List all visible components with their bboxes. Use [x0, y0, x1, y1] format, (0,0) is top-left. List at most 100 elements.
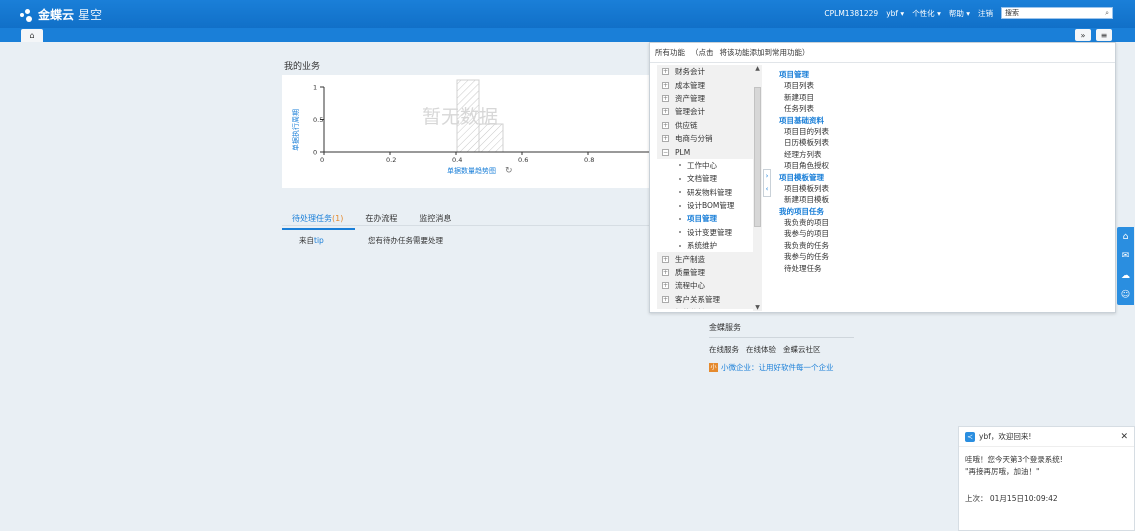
service-link[interactable]: 金蝶云社区	[783, 344, 821, 355]
help-menu[interactable]: 帮助 ▾	[949, 8, 970, 19]
x-ticks: 0 0.2 0.4 0.6 0.8	[320, 152, 594, 164]
expand-icon[interactable]: +	[662, 282, 669, 290]
menu-group[interactable]: +经营分析	[657, 306, 753, 309]
x-axis-label: 单据数量趋势图	[447, 166, 496, 175]
search-icon[interactable]: ⌕	[1105, 9, 1112, 18]
submenu-item[interactable]: 我负责的项目	[779, 217, 829, 228]
home-icon: ⌂	[29, 31, 35, 40]
personalize-menu[interactable]: 个性化 ▾	[912, 8, 941, 19]
search-input[interactable]: 搜索 ⌕	[1001, 7, 1113, 19]
menu-label: 系统维护	[687, 241, 717, 251]
menu-group[interactable]: + 管理会计	[657, 105, 753, 119]
service-panel: 金蝶服务 在线服务 在线体验 金蝶云社区 小 小微企业：让用好软件每一个企业	[709, 322, 854, 373]
menu-group[interactable]: + 财务会计	[657, 65, 753, 79]
menu-item[interactable]: 设计变更管理	[657, 225, 753, 240]
menu-label: PLM	[675, 147, 691, 157]
submenu-item[interactable]: 待处理任务	[779, 263, 829, 274]
tab-monitor-messages[interactable]: 监控消息	[409, 211, 463, 230]
home-tab[interactable]: ⌂	[21, 29, 43, 42]
home-tool-icon[interactable]: ⌂	[1123, 232, 1129, 242]
y-tick-label: 0	[313, 149, 317, 157]
bullet-icon	[679, 231, 681, 234]
scrollbar-thumb[interactable]	[754, 87, 761, 227]
submenu-group: 项目管理	[779, 70, 809, 79]
expand-icon[interactable]: +	[662, 81, 669, 89]
menu-item[interactable]: 文档管理	[657, 172, 753, 186]
user-menu[interactable]: ybf ▾	[886, 9, 904, 18]
menu-item[interactable]: 设计BOM管理	[657, 198, 753, 213]
submenu-item[interactable]: 项目角色授权	[779, 160, 829, 171]
cloud-tool-icon[interactable]: ☁	[1121, 271, 1130, 281]
logout-link[interactable]: 注销	[978, 8, 993, 19]
y-ticks: 00.51	[313, 84, 324, 157]
menu-item[interactable]: 工作中心	[657, 158, 753, 173]
search-placeholder: 搜索	[1005, 9, 1019, 17]
submenu-item[interactable]: 我参与的项目	[779, 228, 829, 239]
expand-all-button[interactable]: »	[1075, 29, 1091, 41]
task-source-link[interactable]: tip	[314, 236, 324, 245]
service-link[interactable]: 在线服务	[709, 344, 739, 355]
submenu-item[interactable]: 项目模板列表	[779, 183, 829, 194]
menu-label: 生产制造	[675, 254, 705, 264]
submenu-item[interactable]: 日历模板列表	[779, 137, 829, 148]
message-tool-icon[interactable]: ✉	[1122, 251, 1130, 261]
expand-icon[interactable]: +	[662, 135, 669, 143]
notify-line-1: 哇哦！您今天第3个登录系统!	[965, 455, 1063, 464]
collapse-icon[interactable]: −	[662, 148, 669, 156]
chart-panel: 0 0.5 1 0 0.2 0.4 0.6 0.8 暂无数据 单据执行周期 单据数量趋势图 …	[282, 75, 662, 188]
close-icon[interactable]: ✕	[1120, 432, 1128, 442]
bullet-icon	[679, 217, 681, 220]
task-message[interactable]: 您有待办任务需要处理	[368, 235, 443, 246]
last-login: 上次： 01月15日10:09:42	[965, 494, 1058, 503]
expand-icon[interactable]: +	[662, 269, 669, 277]
brand-name: 金蝶云	[38, 8, 75, 22]
menu-group[interactable]: + 供应链	[657, 118, 753, 132]
refresh-icon[interactable]: ↻	[505, 166, 513, 176]
logo[interactable]: 金蝶云 星空	[20, 6, 102, 23]
expand-icon[interactable]: +	[662, 108, 669, 116]
menu-group[interactable]: + 资产管理	[657, 91, 753, 106]
submenu-item[interactable]: 任务列表	[779, 103, 829, 114]
tab-pending-tasks[interactable]: 待处理任务(1)	[282, 211, 356, 230]
menu-group[interactable]: + 成本管理	[657, 78, 753, 92]
menu-label: 工作中心	[687, 160, 717, 170]
submenu-group: 我的项目任务	[779, 206, 824, 216]
menu-label: 管理会计	[675, 107, 705, 117]
menu-label: 成本管理	[675, 80, 705, 90]
user-tool-icon[interactable]: ☺	[1121, 290, 1130, 300]
menu-item[interactable]: 项目管理	[657, 212, 753, 226]
submenu-item[interactable]: 新建项目	[779, 92, 829, 103]
submenu-item[interactable]: 我负责的任务	[779, 240, 829, 251]
expand-icon[interactable]: +	[662, 295, 669, 303]
brand-sub: 星空	[78, 8, 103, 22]
submenu-item[interactable]: 经理方列表	[779, 149, 829, 160]
expand-icon[interactable]: +	[662, 255, 669, 263]
submenu-item[interactable]: 新建项目模板	[779, 194, 829, 205]
menu-group[interactable]: + 质量管理	[657, 265, 753, 280]
menu-group[interactable]: + 生产制造	[657, 252, 753, 266]
x-tick-label: 0.2	[386, 156, 396, 164]
submenu-item[interactable]: 项目目的列表	[779, 126, 829, 137]
tab-in-process[interactable]: 在办流程	[355, 211, 409, 230]
submenu-item[interactable]: 项目列表	[779, 80, 829, 91]
promo-link[interactable]: 小 小微企业：让用好软件每一个企业	[709, 362, 854, 373]
submenu-item[interactable]: 我参与的任务	[779, 251, 829, 262]
menu-item[interactable]: 研发物料管理	[657, 185, 753, 199]
expand-icon[interactable]: +	[662, 68, 669, 76]
menu-item[interactable]: 系统维护	[657, 239, 753, 253]
notify-title: ybf，欢迎回来!	[979, 432, 1032, 441]
y-axis-label: 单据执行周期	[291, 109, 300, 151]
service-link[interactable]: 在线体验	[746, 344, 776, 355]
collapse-button[interactable]: › ‹	[763, 169, 771, 197]
submenu-group: 项目基础资料	[779, 115, 824, 125]
menu-group[interactable]: − PLM	[657, 145, 753, 159]
menu-group[interactable]: + 客户关系管理	[657, 292, 753, 307]
menu-scrollbar[interactable]: ▲ ▼	[753, 65, 762, 311]
menu-group[interactable]: + 流程中心	[657, 279, 753, 293]
expand-icon[interactable]: +	[662, 94, 669, 102]
x-tick-label: 0	[320, 156, 324, 164]
expand-icon[interactable]: +	[662, 121, 669, 129]
menu-group[interactable]: + 电商与分销	[657, 131, 753, 146]
menu-toggle-button[interactable]: ≡	[1096, 29, 1112, 41]
popup-hint: （点击	[691, 48, 714, 57]
